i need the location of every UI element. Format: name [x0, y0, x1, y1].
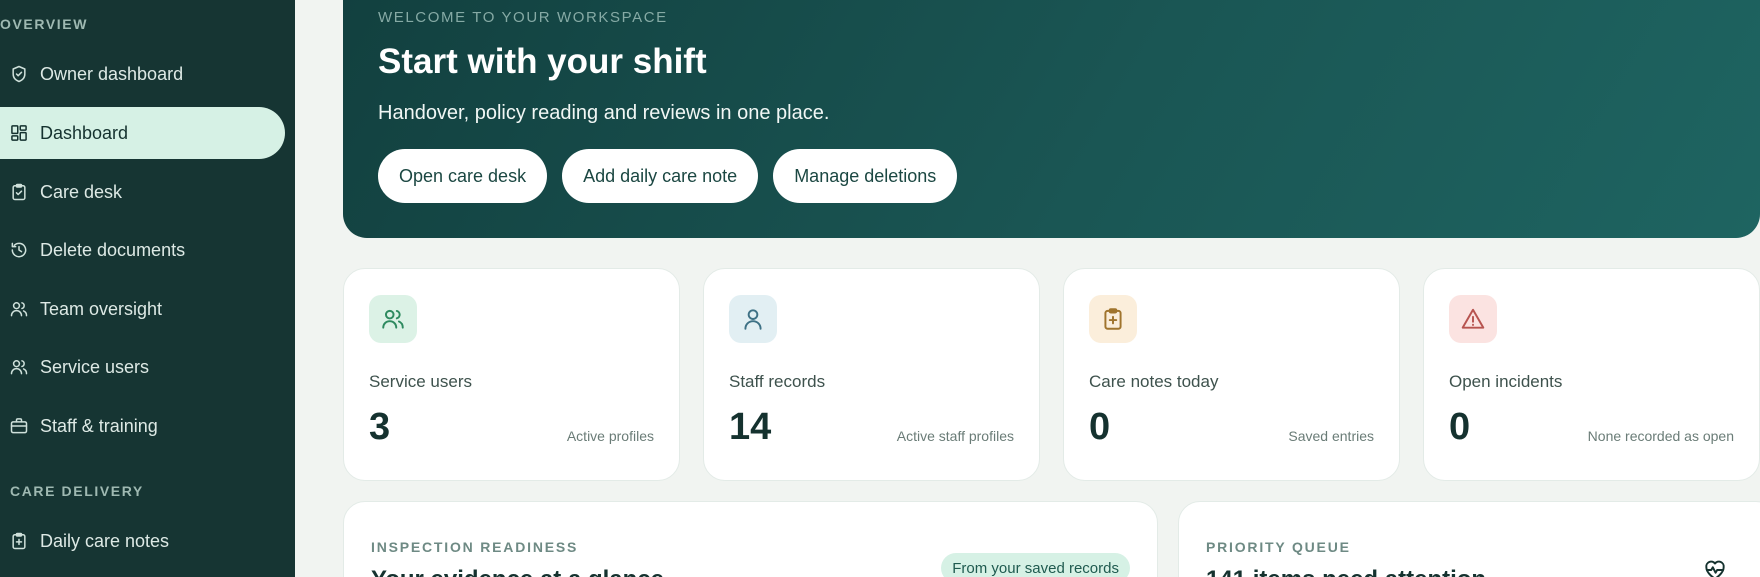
sidebar-item-care-desk[interactable]: Care desk: [0, 166, 285, 218]
open-care-desk-button[interactable]: Open care desk: [378, 149, 548, 203]
sidebar-item-team-oversight[interactable]: Team oversight: [0, 283, 285, 335]
heart-pulse-icon: [1702, 557, 1728, 577]
page-title: Start with your shift: [378, 42, 707, 81]
stat-card-open-incidents[interactable]: Open incidents 0 None recorded as open: [1423, 268, 1760, 481]
hero-actions: Open care desk Add daily care note Manag…: [378, 149, 958, 203]
stat-value: 3: [369, 406, 391, 448]
dashboard-icon: [8, 122, 30, 144]
stat-note: Active staff profiles: [896, 428, 1014, 444]
section-label-care-delivery: CARE DELIVERY: [10, 483, 144, 499]
clipboard-check-icon: [8, 181, 30, 203]
sidebar-item-label: Delete documents: [40, 239, 186, 260]
welcome-hero: WELCOME TO YOUR WORKSPACE Start with you…: [343, 0, 1760, 238]
panel-eyebrow: INSPECTION READINESS: [371, 539, 579, 555]
sidebar-item-label: Care desk: [40, 181, 123, 202]
priority-queue-panel: PRIORITY QUEUE 141 items need attention: [1178, 501, 1760, 577]
source-badge: From your saved records: [941, 553, 1130, 577]
shield-check-icon: [8, 63, 30, 85]
sidebar-item-label: Service users: [40, 356, 150, 377]
stat-label: Staff records: [729, 372, 826, 391]
add-daily-care-note-button[interactable]: Add daily care note: [562, 149, 759, 203]
sidebar-item-label: Daily care notes: [40, 530, 170, 551]
hero-eyebrow: WELCOME TO YOUR WORKSPACE: [378, 9, 668, 26]
sidebar-item-service-users[interactable]: Service users: [0, 341, 285, 393]
stat-note: None recorded as open: [1587, 428, 1734, 444]
users-icon: [8, 298, 30, 320]
sidebar-item-dashboard[interactable]: Dashboard: [0, 107, 285, 159]
clipboard-plus-icon: [1089, 295, 1137, 343]
stat-card-staff-records[interactable]: Staff records 14 Active staff profiles: [703, 268, 1040, 481]
panel-title: Your evidence at a glance: [371, 566, 664, 577]
sidebar: OVERVIEW Owner dashboard Dashboard Care …: [0, 0, 295, 577]
sidebar-item-daily-care-notes[interactable]: Daily care notes: [0, 515, 285, 567]
manage-deletions-button[interactable]: Manage deletions: [773, 149, 958, 203]
inspection-readiness-panel: INSPECTION READINESS Your evidence at a …: [343, 501, 1158, 577]
stat-value: 0: [1089, 406, 1111, 448]
alert-triangle-icon: [1449, 295, 1497, 343]
stat-value: 14: [729, 406, 772, 448]
history-icon: [8, 239, 30, 261]
stat-note: Active profiles: [566, 428, 654, 444]
sidebar-item-owner-dashboard[interactable]: Owner dashboard: [0, 48, 285, 100]
sidebar-item-delete-documents[interactable]: Delete documents: [0, 224, 285, 276]
users-icon: [8, 356, 30, 378]
stat-label: Care notes today: [1089, 372, 1219, 391]
panel-eyebrow: PRIORITY QUEUE: [1206, 539, 1351, 555]
panel-title: 141 items need attention: [1206, 566, 1486, 577]
clipboard-plus-icon: [8, 530, 30, 552]
sidebar-item-staff-training[interactable]: Staff & training: [0, 400, 285, 452]
sidebar-item-label: Team oversight: [40, 298, 163, 319]
stat-note: Saved entries: [1288, 428, 1374, 444]
stat-card-service-users[interactable]: Service users 3 Active profiles: [343, 268, 680, 481]
stat-label: Service users: [369, 372, 472, 391]
stat-label: Open incidents: [1449, 372, 1563, 391]
stat-card-care-notes-today[interactable]: Care notes today 0 Saved entries: [1063, 268, 1400, 481]
users-icon: [369, 295, 417, 343]
hero-subtitle: Handover, policy reading and reviews in …: [378, 102, 830, 124]
sidebar-item-label: Owner dashboard: [40, 63, 184, 84]
stat-value: 0: [1449, 406, 1471, 448]
briefcase-icon: [8, 415, 30, 437]
section-label-overview: OVERVIEW: [0, 16, 89, 32]
user-icon: [729, 295, 777, 343]
sidebar-item-label: Staff & training: [40, 415, 158, 436]
sidebar-item-label: Dashboard: [40, 122, 129, 143]
